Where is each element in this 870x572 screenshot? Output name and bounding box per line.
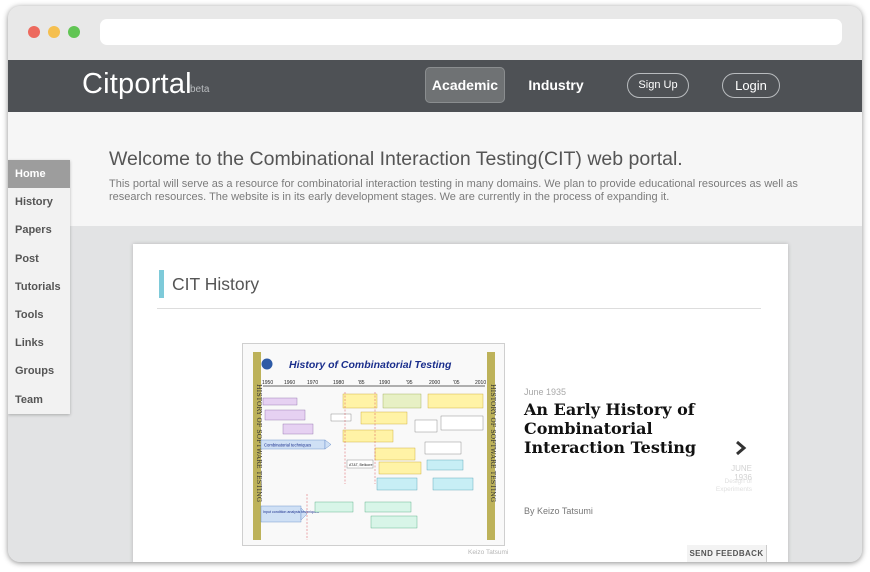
- chevron-right-icon[interactable]: [734, 440, 748, 461]
- year-label: '85: [358, 380, 365, 386]
- year-label: '95: [406, 380, 413, 386]
- sign-up-button[interactable]: Sign Up: [627, 73, 689, 98]
- year-label: 1980: [333, 380, 344, 386]
- intro-text: This portal will serve as a resource for…: [109, 178, 798, 203]
- close-window-icon[interactable]: [28, 26, 40, 38]
- year-label: 1990: [379, 380, 390, 386]
- year-label: 2010: [475, 380, 486, 386]
- brand-logo[interactable]: Citportal: [82, 68, 192, 101]
- history-card: CIT History HISTORY OF SOFTWARE TESTING …: [133, 244, 788, 562]
- page-title: Welcome to the Combinational Interaction…: [109, 148, 683, 170]
- poster-title: History of Combinatorial Testing: [289, 359, 452, 371]
- slide-date: June 1935: [524, 387, 567, 397]
- top-navbar: Citportal beta Academic Industry Sign Up…: [8, 60, 862, 112]
- login-button[interactable]: Login: [722, 73, 780, 98]
- sidebar-item-tools[interactable]: Tools: [8, 301, 70, 329]
- history-poster-image[interactable]: HISTORY OF SOFTWARE TESTING HISTORY OF S…: [242, 343, 505, 546]
- sidebar-item-post[interactable]: Post: [8, 245, 70, 273]
- sidebar-item-papers[interactable]: Papers: [8, 216, 70, 244]
- slide-title[interactable]: An Early History of Combinatorial Intera…: [524, 400, 724, 457]
- year-label: 1960: [284, 380, 295, 386]
- slide-byline: By Keizo Tatsumi: [524, 506, 593, 516]
- sidebar-item-history[interactable]: History: [8, 188, 70, 216]
- browser-chrome: [8, 6, 862, 60]
- poster-credit: Keizo Tatsumi: [468, 549, 509, 556]
- year-label: 1970: [307, 380, 318, 386]
- sidebar-item-groups[interactable]: Groups: [8, 357, 70, 385]
- year-label: 2000: [429, 380, 440, 386]
- year-label: '05: [453, 380, 460, 386]
- section-title: CIT History: [172, 274, 260, 294]
- poster-label: AT&T, Bellcore: [349, 463, 373, 467]
- poster-label: Combinatorial techniques: [264, 443, 311, 448]
- globe-icon: [261, 358, 273, 370]
- poster-side-text-right: HISTORY OF SOFTWARE TESTING: [489, 384, 497, 502]
- browser-window: Citportal beta Academic Industry Sign Up…: [8, 6, 862, 562]
- sidebar-item-links[interactable]: Links: [8, 329, 70, 357]
- section-divider: [157, 308, 761, 309]
- sidebar-nav: Home History Papers Post Tutorials Tools…: [8, 160, 70, 414]
- zoom-window-icon[interactable]: [68, 26, 80, 38]
- next-slide-title[interactable]: Design of Experiments: [703, 478, 752, 494]
- sidebar-item-home[interactable]: Home: [8, 160, 70, 189]
- minimize-window-icon[interactable]: [48, 26, 60, 38]
- welcome-banner: Welcome to the Combinational Interaction…: [8, 112, 862, 226]
- address-bar[interactable]: [100, 19, 842, 45]
- year-label: 1950: [262, 380, 273, 386]
- send-feedback-button[interactable]: SEND FEEDBACK: [687, 545, 767, 562]
- beta-label: beta: [190, 84, 210, 95]
- sidebar-item-team[interactable]: Team: [8, 386, 70, 414]
- history-timeline-graphic: HISTORY OF SOFTWARE TESTING HISTORY OF S…: [253, 352, 497, 540]
- tab-industry[interactable]: Industry: [516, 67, 596, 103]
- sidebar-item-tutorials[interactable]: Tutorials: [8, 273, 70, 301]
- section-accent-bar: [159, 270, 164, 298]
- tab-academic[interactable]: Academic: [425, 67, 505, 103]
- poster-label: Input condition analysis techniques: [263, 510, 319, 514]
